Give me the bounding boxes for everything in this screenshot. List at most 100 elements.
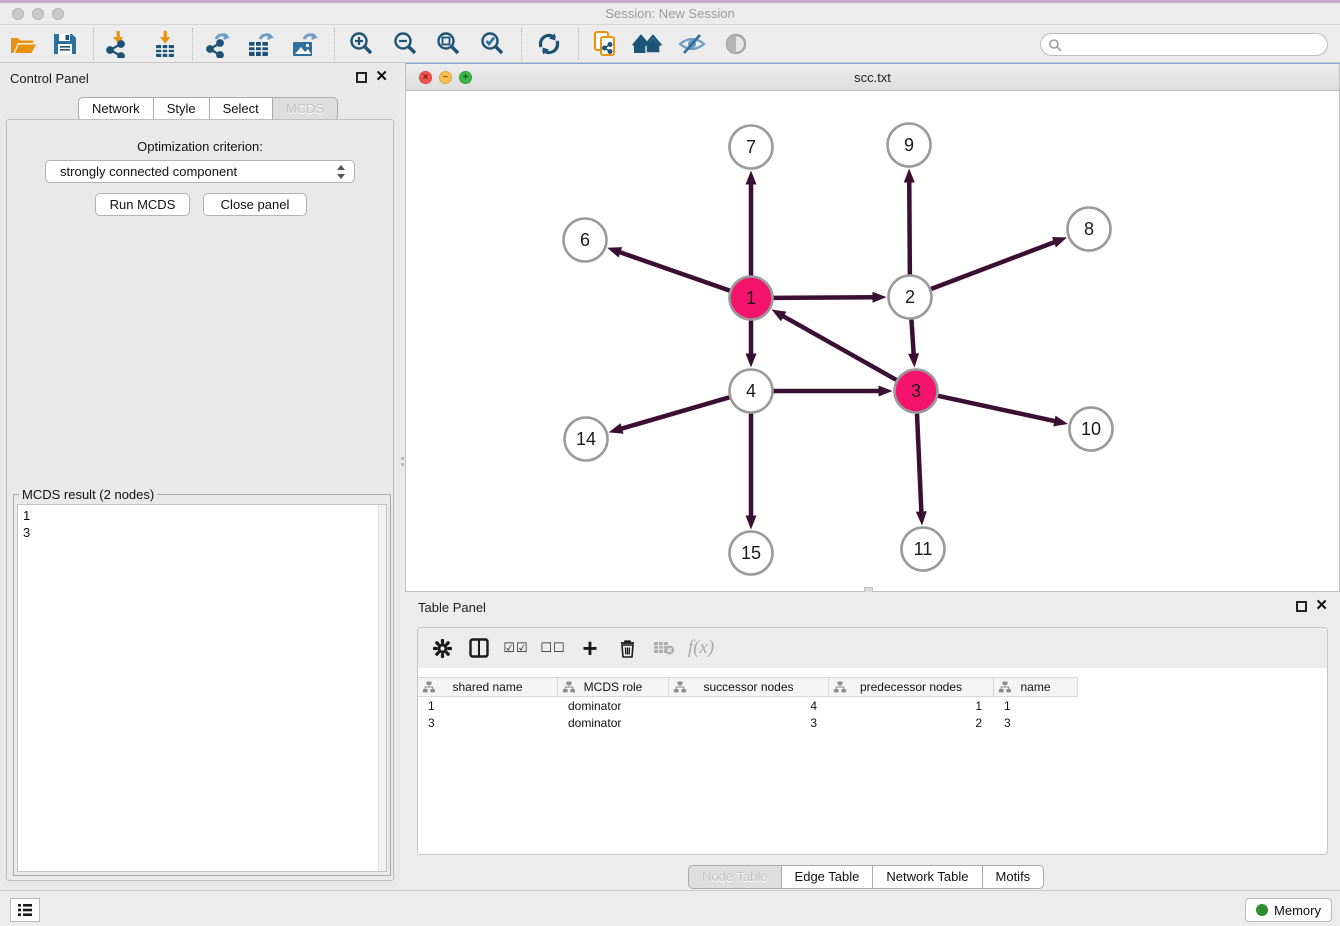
memory-label: Memory: [1274, 903, 1321, 918]
table-cell[interactable]: 1: [994, 698, 1078, 715]
graph-node-9[interactable]: 9: [888, 124, 931, 167]
add-row-icon[interactable]: +: [576, 635, 604, 661]
delete-table-icon[interactable]: [650, 635, 678, 661]
tab-select[interactable]: Select: [210, 97, 273, 121]
table-row[interactable]: 3dominator323: [418, 715, 1078, 732]
table-cell[interactable]: 4: [669, 698, 829, 715]
export-table-icon: [246, 30, 276, 58]
close-panel-icon[interactable]: ✕: [1315, 598, 1328, 614]
export-table-button[interactable]: [244, 30, 278, 58]
tab-network[interactable]: Network: [78, 97, 154, 121]
float-panel-icon[interactable]: [1296, 601, 1307, 612]
graph-node-14[interactable]: 14: [565, 418, 608, 461]
titlebar[interactable]: Session: New Session: [0, 3, 1340, 25]
duplicate-network-button[interactable]: [588, 30, 622, 58]
first-neighbors-button[interactable]: [631, 30, 665, 58]
network-canvas[interactable]: 7 9 6 8 1 2 4 3 14 10 15 11: [406, 91, 1339, 591]
graph-edge-3-1[interactable]: [782, 315, 896, 380]
graph-edge-2-3[interactable]: [911, 319, 913, 355]
column-header-MCDS-role[interactable]: MCDS role: [558, 678, 669, 696]
graph-arrowhead: [916, 511, 927, 525]
close-panel-button[interactable]: Close panel: [203, 193, 307, 216]
status-bar: Memory: [0, 890, 1340, 926]
search-input[interactable]: [1062, 36, 1327, 54]
task-history-button[interactable]: [10, 898, 40, 922]
table-cell[interactable]: dominator: [558, 715, 669, 732]
graph-node-4[interactable]: 4: [730, 370, 773, 413]
zoom-out-button[interactable]: [389, 30, 423, 58]
graph-node-3[interactable]: 3: [895, 370, 938, 413]
graph-node-10[interactable]: 10: [1070, 408, 1113, 451]
criterion-select[interactable]: strongly connected component: [45, 160, 355, 183]
column-header-predecessor-nodes[interactable]: predecessor nodes: [829, 678, 994, 696]
tab-mcds[interactable]: MCDS: [273, 97, 338, 121]
apply-function-icon[interactable]: f(x): [687, 635, 715, 661]
table-row[interactable]: 1dominator411: [418, 698, 1078, 715]
scrollbar[interactable]: [378, 505, 386, 871]
import-table-button[interactable]: [148, 30, 182, 58]
svg-text:8: 8: [1084, 219, 1094, 239]
graph-edge-3-10[interactable]: [938, 396, 1056, 422]
import-network-button[interactable]: [101, 30, 135, 58]
refresh-icon: [536, 31, 562, 57]
tab-motifs[interactable]: Motifs: [983, 865, 1045, 889]
export-image-button[interactable]: [288, 30, 322, 58]
graph-edge-1-6[interactable]: [619, 252, 730, 291]
hide-selected-button[interactable]: [675, 30, 709, 58]
graph-node-7[interactable]: 7: [730, 126, 773, 169]
tab-style[interactable]: Style: [154, 97, 210, 121]
table-cell[interactable]: 3: [994, 715, 1078, 732]
graph-edge-1-2[interactable]: [773, 297, 874, 298]
search-box[interactable]: [1040, 33, 1328, 56]
graph-node-15[interactable]: 15: [730, 532, 773, 575]
zoom-fit-button[interactable]: [432, 30, 466, 58]
show-all-button[interactable]: [719, 30, 753, 58]
graph-node-11[interactable]: 11: [902, 528, 945, 571]
graph-node-6[interactable]: 6: [564, 219, 607, 262]
toolbar-separator: [93, 28, 94, 60]
mcds-result-text[interactable]: 1 3: [17, 504, 387, 872]
gear-icon[interactable]: [428, 635, 456, 661]
deselect-all-columns-icon[interactable]: ☐☐: [539, 635, 567, 661]
export-network-button[interactable]: [201, 30, 235, 58]
table-cell[interactable]: 3: [669, 715, 829, 732]
tab-node-table[interactable]: Node Table: [688, 865, 782, 889]
zoom-selected-button[interactable]: [476, 30, 510, 58]
zoom-fit-icon: [435, 30, 463, 58]
zoom-in-button[interactable]: [345, 30, 379, 58]
optimization-criterion-label: Optimization criterion:: [7, 139, 393, 154]
split-view-icon[interactable]: [465, 635, 493, 661]
network-view-window: × − + scc.txt 7 9 6 8 1 2 4 3 14 10 15 11: [405, 63, 1340, 592]
graph-edge-3-11[interactable]: [917, 413, 921, 513]
graph-node-1[interactable]: 1: [730, 277, 773, 320]
table-cell[interactable]: 3: [418, 715, 558, 732]
graph-arrowhead: [879, 386, 893, 397]
graph-edge-2-9[interactable]: [909, 180, 910, 274]
table-cell[interactable]: 1: [829, 698, 994, 715]
graph-arrowhead: [609, 423, 624, 434]
close-panel-icon[interactable]: ✕: [375, 69, 388, 85]
table-cell[interactable]: 2: [829, 715, 994, 732]
svg-text:4: 4: [746, 381, 756, 401]
column-header-shared-name[interactable]: shared name: [418, 678, 558, 696]
float-panel-icon[interactable]: [356, 72, 367, 83]
table-cell[interactable]: 1: [418, 698, 558, 715]
tab-edge-table[interactable]: Edge Table: [782, 865, 874, 889]
refresh-layout-button[interactable]: [532, 30, 566, 58]
open-session-button[interactable]: [6, 30, 40, 58]
network-window-titlebar[interactable]: × − + scc.txt: [406, 64, 1339, 91]
column-header-successor-nodes[interactable]: successor nodes: [669, 678, 829, 696]
graph-node-2[interactable]: 2: [889, 276, 932, 319]
graph-edge-4-14[interactable]: [620, 397, 729, 429]
table-cell[interactable]: dominator: [558, 698, 669, 715]
mcds-result-group: MCDS result (2 nodes) 1 3: [13, 494, 391, 876]
memory-button[interactable]: Memory: [1245, 898, 1332, 922]
tab-network-table[interactable]: Network Table: [873, 865, 982, 889]
run-mcds-button[interactable]: Run MCDS: [95, 193, 190, 216]
select-all-columns-icon[interactable]: ☑☑: [502, 635, 530, 661]
trash-icon[interactable]: [613, 635, 641, 661]
save-session-button[interactable]: [48, 30, 82, 58]
column-header-name[interactable]: name: [994, 678, 1078, 696]
graph-node-8[interactable]: 8: [1068, 208, 1111, 251]
graph-edge-2-8[interactable]: [931, 242, 1056, 289]
